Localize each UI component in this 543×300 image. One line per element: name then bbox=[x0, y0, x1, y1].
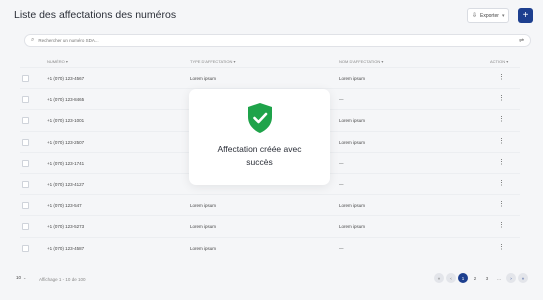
cell-number: +1 (070) 123-2507 bbox=[47, 139, 85, 145]
row-checkbox[interactable] bbox=[22, 138, 29, 146]
more-vertical-icon[interactable]: ⋮ bbox=[498, 94, 505, 102]
row-checkbox[interactable] bbox=[22, 117, 29, 125]
export-icon: ⇩ bbox=[472, 13, 478, 19]
cell-name: — bbox=[339, 97, 344, 103]
cell-name: Lorem ipsum bbox=[339, 118, 366, 124]
table-row[interactable]: +1 (070) 123-5273 Lorem ipsum Lorem ipsum ⋮ bbox=[20, 215, 520, 236]
export-label: Exporter bbox=[480, 12, 499, 19]
success-message: Affectation créée avec succès bbox=[217, 144, 302, 167]
header-action[interactable]: ACTION ▾ bbox=[490, 59, 508, 64]
header-type[interactable]: TYPE D'AFFECTATION ▾ bbox=[190, 59, 236, 64]
page-title: Liste des affectations des numéros bbox=[14, 9, 177, 21]
page-ellipsis: ... bbox=[497, 275, 501, 281]
first-page-button[interactable]: « bbox=[434, 273, 444, 283]
cell-number: +1 (070) 123-1741 bbox=[47, 160, 85, 166]
more-vertical-icon[interactable]: ⋮ bbox=[498, 137, 505, 145]
last-page-button[interactable]: » bbox=[518, 273, 528, 283]
cell-number: +1 (070) 123-4587 bbox=[47, 245, 85, 251]
more-vertical-icon[interactable]: ⋮ bbox=[498, 115, 505, 123]
more-vertical-icon[interactable]: ⋮ bbox=[498, 243, 505, 251]
table-row[interactable]: +1 (070) 123-4587 Lorem ipsum — ⋮ bbox=[20, 236, 520, 258]
table-header: NUMÉRO ▾ TYPE D'AFFECTATION ▾ NOM D'AFFE… bbox=[20, 55, 520, 67]
cell-name: Lorem ipsum bbox=[339, 76, 366, 81]
more-vertical-icon[interactable]: ⋮ bbox=[498, 221, 505, 229]
cell-number: +1 (070) 123-8465 bbox=[47, 97, 85, 103]
page-2-button[interactable]: 2 bbox=[470, 273, 480, 283]
more-vertical-icon[interactable]: ⋮ bbox=[498, 200, 505, 208]
row-checkbox[interactable] bbox=[22, 159, 29, 167]
cell-number: +1 (070) 123-5273 bbox=[47, 224, 85, 230]
cell-name: — bbox=[339, 245, 344, 251]
filter-icon[interactable]: ⇌ bbox=[519, 37, 524, 44]
table-footer: 10 ⌄ Affichage 1 - 10 de 100 « ‹ 1 2 3 .… bbox=[16, 273, 528, 287]
row-checkbox[interactable] bbox=[22, 75, 29, 82]
chevron-down-icon: ⌄ bbox=[23, 275, 27, 280]
cell-name: Lorem ipsum bbox=[339, 139, 366, 145]
cell-name: Lorem ipsum bbox=[339, 203, 366, 209]
cell-name: Lorem ipsum bbox=[339, 224, 366, 230]
search-icon: ⌕ bbox=[31, 37, 35, 43]
shield-check-icon bbox=[247, 103, 272, 133]
cell-type: Lorem ipsum bbox=[190, 76, 217, 81]
row-checkbox[interactable] bbox=[22, 223, 29, 231]
more-vertical-icon[interactable]: ⋮ bbox=[498, 73, 505, 81]
more-vertical-icon[interactable]: ⋮ bbox=[498, 158, 505, 166]
row-checkbox[interactable] bbox=[22, 202, 29, 210]
cell-type: Lorem ipsum bbox=[190, 203, 217, 209]
more-vertical-icon[interactable]: ⋮ bbox=[498, 179, 505, 187]
search-input[interactable] bbox=[38, 38, 515, 43]
cell-type: Lorem ipsum bbox=[190, 224, 217, 230]
cell-number: +1 (070) 123-4567 bbox=[47, 76, 85, 81]
row-checkbox[interactable] bbox=[22, 180, 29, 188]
per-page-select[interactable]: 10 ⌄ bbox=[16, 275, 26, 280]
header-number[interactable]: NUMÉRO ▾ bbox=[47, 59, 68, 64]
header: Liste des affectations des numéros ⇩ Exp… bbox=[14, 8, 533, 31]
cell-name: — bbox=[339, 160, 344, 166]
pagination-info: Affichage 1 - 10 de 100 bbox=[39, 277, 86, 282]
cell-number: +1 (070) 123-4127 bbox=[47, 181, 85, 187]
page-1-button[interactable]: 1 bbox=[458, 273, 468, 283]
prev-page-button[interactable]: ‹ bbox=[446, 273, 456, 283]
export-button[interactable]: ⇩ Exporter ▾ bbox=[467, 8, 509, 23]
table-row[interactable]: +1 (070) 123-4567 Lorem ipsum Lorem ipsum ⋮ bbox=[20, 67, 520, 88]
table-row[interactable]: +1 (070) 123-547 Lorem ipsum Lorem ipsum ⋮ bbox=[20, 194, 520, 215]
success-modal: Affectation créée avec succès bbox=[189, 89, 330, 185]
cell-name: — bbox=[339, 181, 344, 187]
cell-number: +1 (070) 123-1001 bbox=[47, 118, 85, 124]
pagination: « ‹ 1 2 3 ... › » bbox=[434, 273, 528, 283]
search-bar: ⌕ ⇌ bbox=[24, 34, 531, 47]
header-name[interactable]: NOM D'AFFECTATION ▾ bbox=[339, 59, 383, 64]
per-page-value: 10 bbox=[16, 275, 22, 280]
add-button[interactable]: + bbox=[518, 8, 533, 23]
chevron-down-icon: ▾ bbox=[501, 12, 505, 19]
next-page-button[interactable]: › bbox=[506, 273, 516, 283]
row-checkbox[interactable] bbox=[22, 96, 29, 104]
page-3-button[interactable]: 3 bbox=[482, 273, 492, 283]
row-checkbox[interactable] bbox=[22, 244, 29, 252]
cell-type: Lorem ipsum bbox=[190, 245, 217, 251]
cell-number: +1 (070) 123-547 bbox=[47, 203, 82, 209]
